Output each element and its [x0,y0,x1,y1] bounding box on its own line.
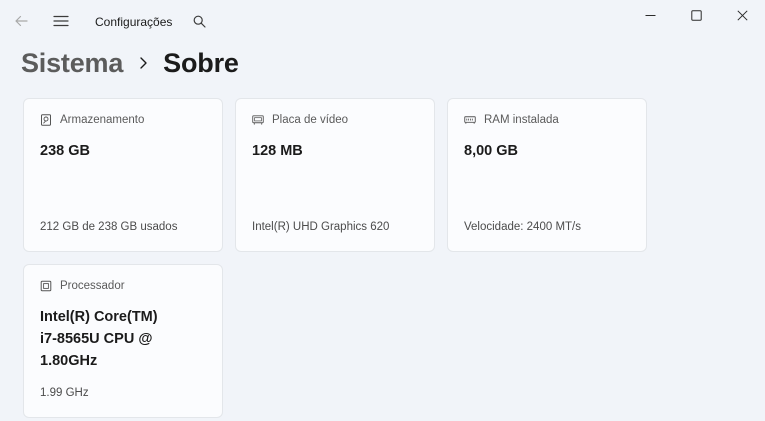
card-storage: Armazenamento 238 GB 212 GB de 238 GB us… [23,98,223,252]
breadcrumb: Sistema Sobre [21,45,239,81]
processor-icon [40,280,52,292]
minimize-icon[interactable] [627,0,673,30]
card-detail: Intel(R) UHD Graphics 620 [252,221,390,233]
title-bar: Configurações [0,0,765,44]
card-value: 238 GB [40,143,90,159]
card-detail: 1.99 GHz [40,387,89,399]
card-label: Armazenamento [60,114,145,126]
card-header: Placa de vídeo [252,114,348,126]
card-value-line: i7-8565U CPU @ [40,331,153,347]
app-title: Configurações [95,15,173,29]
breadcrumb-parent-sistema[interactable]: Sistema [21,48,123,79]
card-value: Intel(R) Core(TM) i7-8565U CPU @ 1.80GHz [40,306,158,372]
card-cpu: Processador Intel(R) Core(TM) i7-8565U C… [23,264,223,418]
card-value: 128 MB [252,143,303,159]
card-detail: 212 GB de 238 GB usados [40,221,178,233]
card-label: Placa de vídeo [272,114,349,126]
search-icon[interactable] [190,12,208,30]
memory-icon [464,114,476,126]
card-ram: RAM instalada 8,00 GB Velocidade: 2400 M… [447,98,647,252]
card-value-line: 1.80GHz [40,353,98,369]
card-header: Processador [40,280,125,292]
chevron-right-icon [139,56,148,70]
card-header: Armazenamento [40,114,144,126]
card-gpu: Placa de vídeo 128 MB Intel(R) UHD Graph… [235,98,435,252]
card-header: RAM instalada [464,114,559,126]
card-value: 8,00 GB [464,143,518,159]
close-icon[interactable] [719,0,765,30]
card-label: Processador [60,280,125,292]
display-adapter-icon [252,114,264,126]
back-arrow-icon[interactable] [10,10,32,32]
maximize-icon[interactable] [673,0,719,30]
page-title: Sobre [163,47,239,78]
storage-drive-icon [40,114,52,126]
card-value-line: Intel(R) Core(TM) [40,309,158,325]
card-label: RAM instalada [484,114,559,126]
card-detail: Velocidade: 2400 MT/s [464,221,581,233]
hamburger-menu-icon[interactable] [50,10,72,32]
